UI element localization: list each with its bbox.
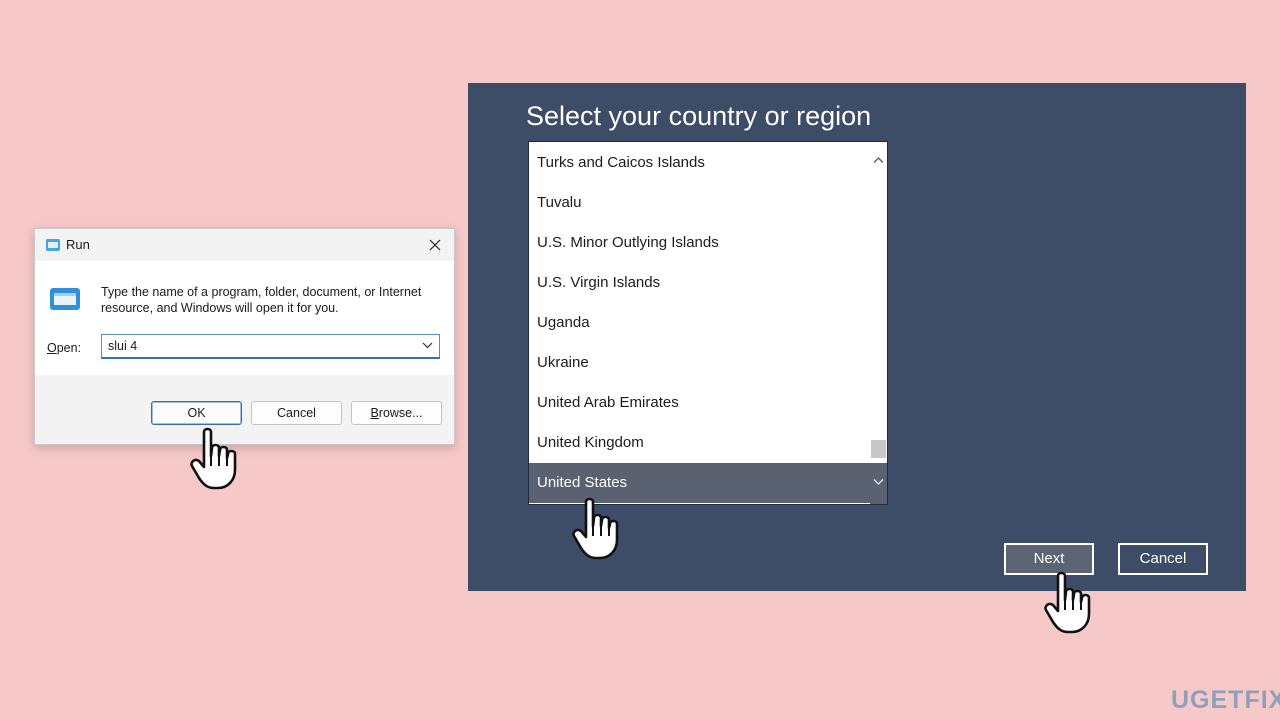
country-list[interactable]: Turks and Caicos Islands Tuvalu U.S. Min… bbox=[528, 141, 888, 505]
country-item[interactable]: Tuvalu bbox=[529, 183, 870, 223]
chevron-up-icon[interactable] bbox=[873, 156, 884, 164]
run-icon bbox=[46, 239, 60, 251]
browse-button[interactable]: Browse... bbox=[351, 401, 442, 425]
chevron-down-icon[interactable] bbox=[873, 478, 884, 486]
open-label-rest: pen: bbox=[56, 341, 82, 355]
country-item[interactable]: United Kingdom bbox=[529, 423, 870, 463]
country-item[interactable]: Uganda bbox=[529, 303, 870, 343]
hand-pointer-icon bbox=[190, 427, 237, 490]
run-description: Type the name of a program, folder, docu… bbox=[101, 285, 422, 315]
country-item[interactable]: Turks and Caicos Islands bbox=[529, 143, 870, 183]
ok-button[interactable]: OK bbox=[151, 401, 242, 425]
open-combobox[interactable]: slui 4 bbox=[101, 334, 440, 359]
run-titlebar: Run bbox=[35, 229, 454, 261]
hand-pointer-icon bbox=[1044, 571, 1091, 634]
run-app-icon bbox=[50, 288, 80, 310]
browse-rest: rowse... bbox=[378, 406, 423, 420]
list-scrollbar[interactable] bbox=[870, 142, 887, 504]
chevron-down-icon[interactable] bbox=[422, 341, 433, 350]
country-item[interactable]: United Arab Emirates bbox=[529, 383, 870, 423]
browse-accel: B bbox=[370, 406, 379, 420]
hand-pointer-icon bbox=[572, 497, 619, 560]
open-label-accel: O bbox=[47, 341, 57, 355]
country-item[interactable]: Ukraine bbox=[529, 343, 870, 383]
scrollbar-thumb[interactable] bbox=[871, 440, 886, 458]
close-icon[interactable] bbox=[422, 233, 448, 257]
open-label: Open: bbox=[47, 341, 81, 355]
country-item[interactable]: U.S. Minor Outlying Islands bbox=[529, 223, 870, 263]
region-cancel-button[interactable]: Cancel bbox=[1118, 543, 1208, 575]
region-heading: Select your country or region bbox=[526, 101, 872, 131]
cancel-button[interactable]: Cancel bbox=[251, 401, 342, 425]
country-item[interactable]: U.S. Virgin Islands bbox=[529, 263, 870, 303]
ugetfix-watermark: UGETFIX bbox=[1171, 686, 1280, 714]
run-dialog: Run Type the name of a program, folder, … bbox=[34, 228, 455, 445]
run-body: Type the name of a program, folder, docu… bbox=[35, 261, 454, 375]
run-title: Run bbox=[66, 237, 90, 252]
open-input-value[interactable]: slui 4 bbox=[108, 339, 137, 353]
